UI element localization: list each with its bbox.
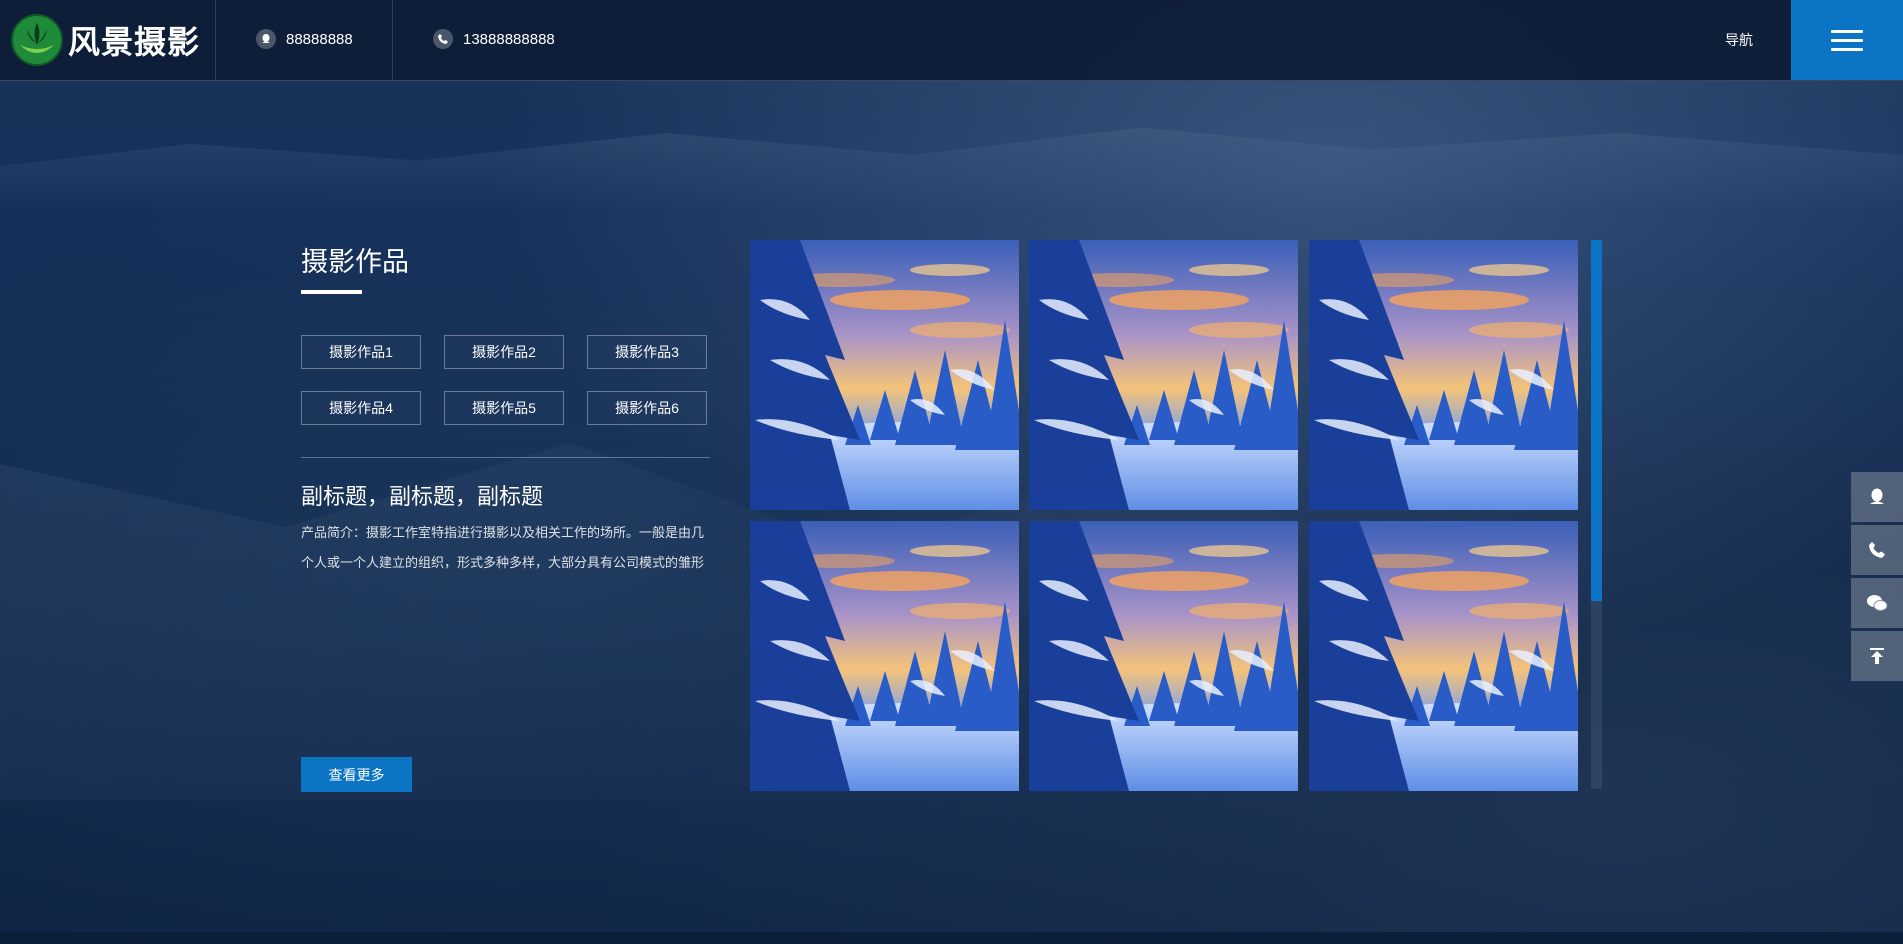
phone-icon [1869, 542, 1885, 558]
site-logo[interactable]: 风景摄影 [10, 12, 210, 68]
gallery-scrollbar-thumb[interactable] [1591, 240, 1602, 601]
logo-icon [11, 14, 63, 66]
section-intro: 产品简介：摄影工作室特指进行摄影以及相关工作的场所。一般是由几个人或一个人建立的… [301, 525, 705, 570]
site-header: 风景摄影 88888888 13888888888 导航 [0, 0, 1903, 81]
footer-strip [0, 932, 1903, 944]
menu-button[interactable] [1791, 0, 1903, 80]
section-divider [301, 457, 710, 458]
side-wechat-button[interactable] [1851, 578, 1903, 628]
tag-button[interactable]: 摄影作品3 [587, 335, 707, 369]
qq-contact[interactable]: 88888888 [256, 29, 353, 49]
phone-contact[interactable]: 13888888888 [433, 29, 555, 49]
side-phone-button[interactable] [1851, 525, 1903, 575]
side-qq-button[interactable] [1851, 472, 1903, 522]
qq-number: 88888888 [286, 30, 353, 48]
header-divider [392, 0, 393, 80]
gallery-photo[interactable] [750, 521, 1019, 791]
side-back-to-top-button[interactable] [1851, 631, 1903, 681]
back-to-top-icon [1870, 648, 1884, 664]
section-subtitle: 副标题，副标题，副标题 [301, 484, 544, 509]
phone-icon [433, 29, 453, 49]
title-underline [301, 290, 362, 294]
gallery-photo[interactable] [1029, 240, 1298, 510]
section-title: 摄影作品 [301, 247, 409, 277]
qq-icon [1870, 488, 1884, 504]
nav-label[interactable]: 导航 [1725, 30, 1753, 50]
phone-number: 13888888888 [463, 30, 555, 48]
qq-icon [256, 29, 276, 49]
tag-button[interactable]: 摄影作品4 [301, 391, 421, 425]
gallery-photo[interactable] [1309, 240, 1578, 510]
tag-button[interactable]: 摄影作品1 [301, 335, 421, 369]
view-more-button[interactable]: 查看更多 [301, 757, 412, 792]
tag-button[interactable]: 摄影作品5 [444, 391, 564, 425]
gallery-photo[interactable] [1029, 521, 1298, 791]
hamburger-icon [1831, 24, 1863, 57]
header-divider [215, 0, 216, 80]
logo-text: 风景摄影 [68, 23, 201, 61]
wechat-icon [1867, 595, 1888, 611]
tag-button[interactable]: 摄影作品2 [444, 335, 564, 369]
tag-button[interactable]: 摄影作品6 [587, 391, 707, 425]
gallery-photo[interactable] [750, 240, 1019, 510]
gallery-photo[interactable] [1309, 521, 1578, 791]
